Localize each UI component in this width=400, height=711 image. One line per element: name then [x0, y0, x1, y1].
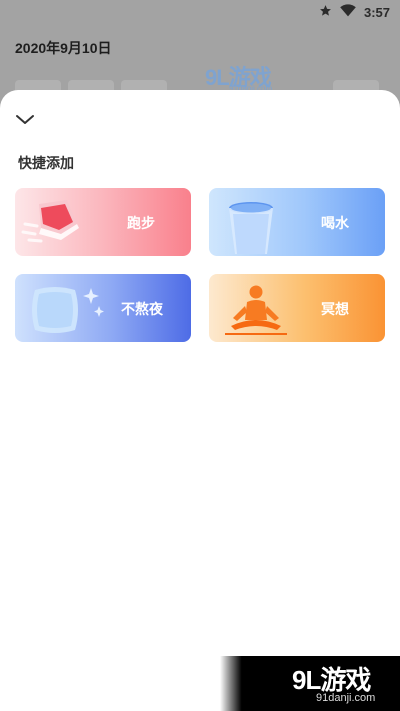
quick-add-card-no-late-night[interactable]: 不熬夜: [15, 274, 191, 342]
running-shoe-icon: [21, 200, 79, 243]
status-bar: 3:57: [0, 0, 400, 24]
quick-add-card-running[interactable]: 跑步: [15, 188, 191, 256]
background-date: 2020年9月10日: [15, 40, 112, 56]
card-label-meditation: 冥想: [321, 301, 349, 317]
card-label-no-late-night: 不熬夜: [121, 301, 163, 317]
card-label-running: 跑步: [127, 215, 155, 231]
quick-add-sheet: 快捷添加 跑步 喝水 不熬夜 冥想: [0, 90, 400, 711]
watermark-bottom: 9L游戏 91danji.com: [220, 656, 400, 711]
star-icon: [319, 4, 332, 20]
watermark-top: 9L游戏 91danji.com: [205, 60, 301, 94]
status-icons: 3:57: [319, 4, 390, 20]
chevron-down-icon: [16, 115, 34, 124]
quick-add-card-meditation[interactable]: 冥想: [209, 274, 385, 342]
meditation-icon: [225, 285, 287, 335]
watermark-bottom-site: 91danji.com: [316, 692, 376, 704]
water-glass-icon: [229, 202, 273, 254]
wifi-icon: [340, 4, 356, 20]
quick-add-card-drink-water[interactable]: 喝水: [209, 188, 385, 256]
collapse-sheet-button[interactable]: [14, 108, 36, 130]
card-label-drink-water: 喝水: [321, 215, 349, 231]
status-time: 3:57: [363, 4, 390, 20]
section-title: 快捷添加: [18, 155, 74, 171]
pillow-icon: [32, 287, 104, 333]
